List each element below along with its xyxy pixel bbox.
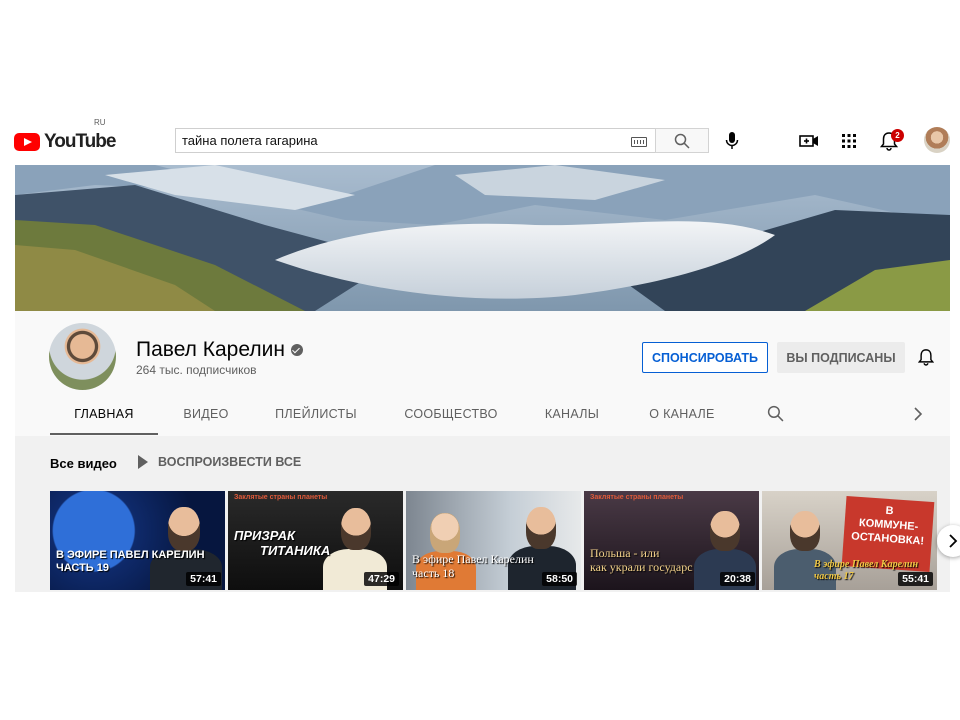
video-thumbnail[interactable]: Заклятые страны планеты ПРИЗРАК ТИТАНИКА… — [228, 491, 403, 590]
tab-channels[interactable]: КАНАЛЫ — [534, 395, 610, 433]
video-duration: 47:29 — [364, 572, 399, 586]
overlay-line: В эфире Павел Карелин — [814, 559, 919, 570]
search-button[interactable] — [655, 128, 709, 153]
channel-tabs: ГЛАВНАЯ ВИДЕО ПЛЕЙЛИСТЫ СООБЩЕСТВО КАНАЛ… — [15, 395, 950, 435]
subscriber-count: 264 тыс. подписчиков — [136, 363, 257, 377]
shelf-next-button[interactable] — [937, 525, 960, 557]
top-bar: YouTube RU тайна полета гагарина 2 — [0, 118, 960, 162]
presenter-head — [526, 507, 556, 549]
tab-playlists[interactable]: ПЛЕЙЛИСТЫ — [268, 395, 364, 433]
overlay-label: Заклятые страны планеты — [590, 494, 684, 501]
keyboard-icon[interactable] — [631, 137, 647, 147]
video-thumbnail[interactable]: В ЭФИРЕ ПАВЕЛ КАРЕЛИН ЧАСТЬ 19 57:41 — [50, 491, 225, 590]
play-all-label: ВОСПРОИЗВЕСТИ ВСЕ — [158, 455, 302, 469]
presenter-head — [341, 508, 371, 550]
account-avatar[interactable] — [924, 127, 950, 153]
section-title[interactable]: Все видео — [50, 456, 117, 471]
overlay-line: ТИТАНИКА — [260, 542, 331, 558]
overlay-line: В ЭФИРЕ ПАВЕЛ КАРЕЛИН — [56, 549, 205, 561]
overlay-line: В эфире Павел Карелин — [412, 552, 534, 566]
overlay-line: как украли государс — [590, 559, 693, 574]
video-overlay-text: ПРИЗРАК ТИТАНИКА — [234, 528, 331, 559]
presenter-head — [168, 507, 200, 551]
logo-country-code: RU — [94, 118, 106, 127]
channel-notifications-button[interactable] — [916, 347, 936, 367]
notification-badge: 2 — [891, 129, 904, 142]
channel-banner — [15, 165, 950, 311]
video-thumbnail[interactable]: В КОММУНЕ- ОСТАНОВКА! В эфире Павел Каре… — [762, 491, 937, 590]
video-overlay-text: Польша - или как украли государс — [590, 546, 693, 575]
channel-header: Павел Карелин 264 тыс. подписчиков СПОНС… — [15, 311, 950, 436]
play-icon — [138, 455, 148, 469]
tab-community[interactable]: СООБЩЕСТВО — [399, 395, 503, 433]
sponsor-button[interactable]: СПОНСИРОВАТЬ — [642, 342, 768, 373]
video-overlay-text: В ЭФИРЕ ПАВЕЛ КАРЕЛИН ЧАСТЬ 19 — [56, 549, 205, 574]
channel-name: Павел Карелин — [136, 338, 285, 361]
tab-about[interactable]: О КАНАЛЕ — [641, 395, 723, 433]
video-duration: 58:50 — [542, 572, 577, 586]
voice-search-button[interactable] — [722, 131, 742, 151]
apps-button[interactable] — [838, 130, 860, 152]
overlay-line: ЧАСТЬ 19 — [56, 561, 109, 574]
overlay-label: Заклятые страны планеты — [234, 494, 328, 501]
channel-content: Все видео ВОСПРОИЗВЕСТИ ВСЕ В ЭФИРЕ ПАВЕ… — [15, 436, 960, 592]
logo-text: YouTube — [44, 131, 116, 152]
video-overlay-text: В эфире Павел Карелин часть 18 — [412, 552, 534, 581]
verified-icon — [290, 344, 303, 356]
video-duration: 55:41 — [898, 572, 933, 586]
bell-icon — [918, 349, 934, 366]
microphone-icon — [725, 132, 739, 149]
chevron-right-icon — [949, 534, 958, 548]
play-all-button[interactable]: ВОСПРОИЗВЕСТИ ВСЕ — [138, 455, 301, 469]
apps-grid-icon — [842, 134, 856, 148]
video-duration: 57:41 — [186, 572, 221, 586]
chevron-right-icon[interactable] — [913, 407, 923, 421]
search-box — [175, 128, 655, 153]
presenter-head — [710, 511, 740, 551]
subscribed-button[interactable]: ВЫ ПОДПИСАНЫ — [777, 342, 905, 373]
youtube-logo[interactable]: YouTube — [14, 131, 116, 153]
figure-head — [430, 513, 460, 553]
presenter-head — [790, 511, 820, 551]
channel-name-row: Павел Карелин — [136, 338, 303, 362]
video-duration: 20:38 — [720, 572, 755, 586]
video-thumbnail[interactable]: В эфире Павел Карелин часть 18 58:50 — [406, 491, 581, 590]
youtube-play-icon — [14, 133, 40, 151]
video-thumbnail[interactable]: Заклятые страны планеты Польша - или как… — [584, 491, 759, 590]
create-video-button[interactable] — [798, 130, 820, 152]
overlay-line: Польша - или — [590, 546, 660, 560]
tab-home[interactable]: ГЛАВНАЯ — [50, 395, 158, 435]
overlay-line: часть 18 — [412, 565, 455, 580]
search-icon — [674, 133, 690, 149]
tab-videos[interactable]: ВИДЕО — [174, 395, 238, 433]
overlay-line: ПРИЗРАК — [234, 528, 295, 543]
channel-avatar[interactable] — [49, 323, 116, 390]
search-input[interactable] — [176, 132, 624, 149]
banner-mountains-image — [15, 165, 950, 311]
video-add-icon — [799, 135, 818, 147]
channel-search-icon[interactable] — [767, 405, 784, 422]
